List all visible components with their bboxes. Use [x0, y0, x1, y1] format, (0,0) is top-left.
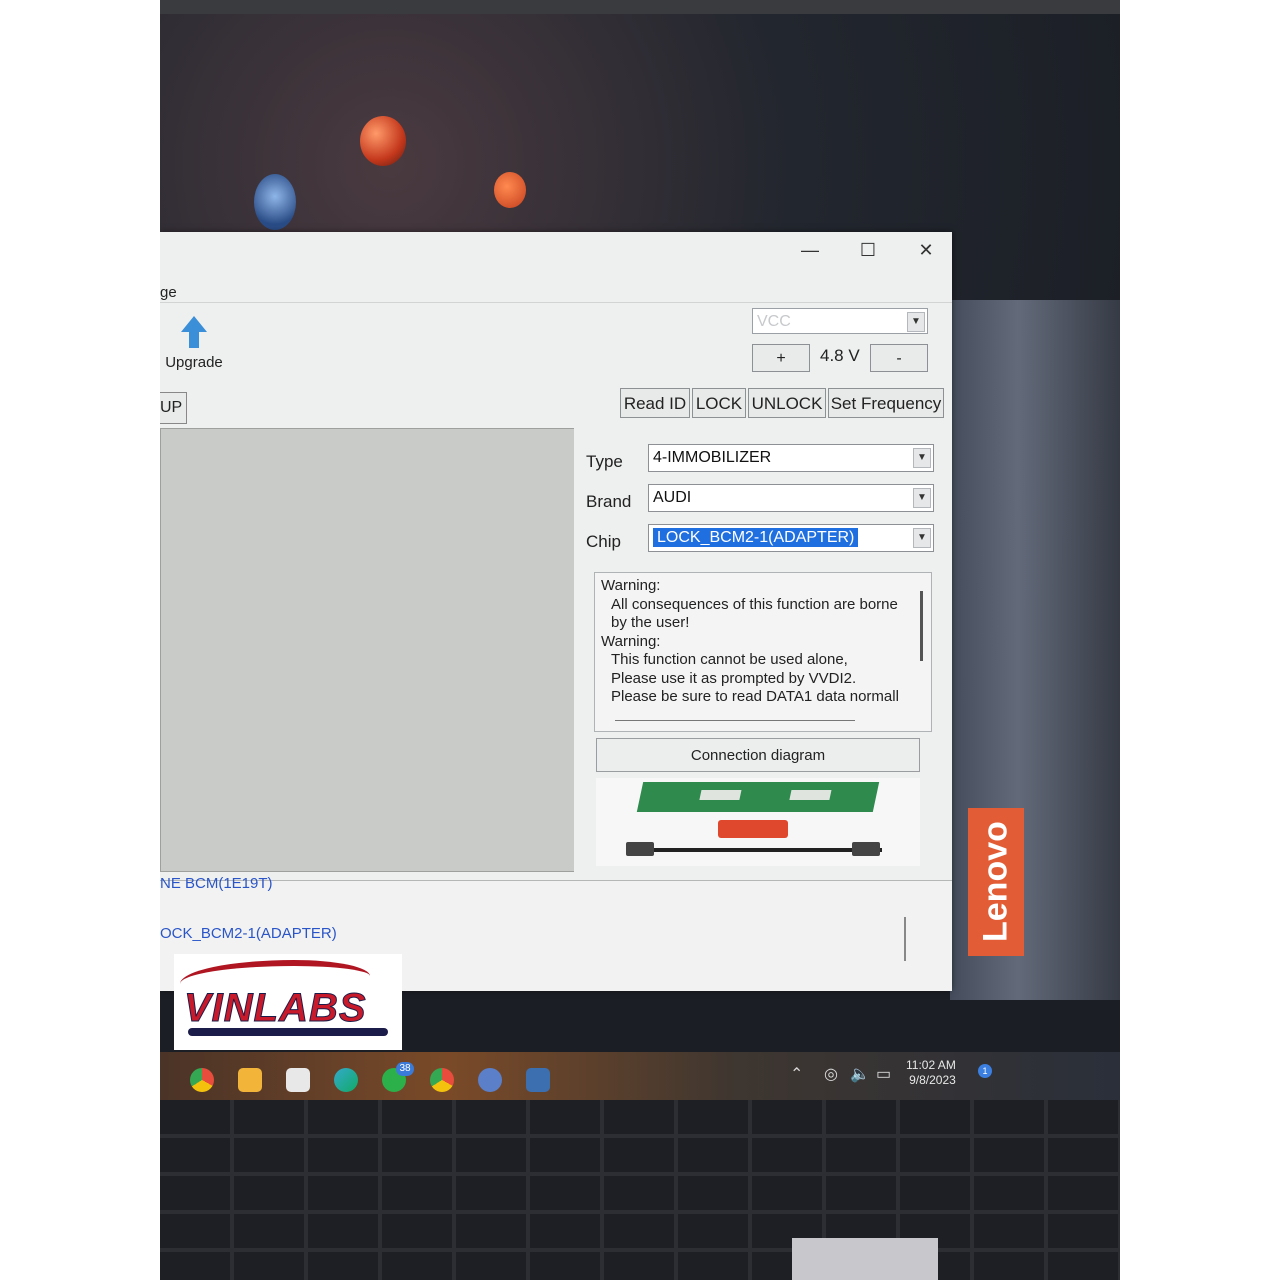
- dropdown-arrow-icon[interactable]: ▼: [907, 312, 925, 332]
- screen-bezel: [160, 0, 1120, 14]
- window-controls: — ☐ ✕: [798, 240, 938, 261]
- laptop-keyboard: [160, 1100, 1120, 1280]
- warning-line: Warning:: [601, 577, 661, 594]
- bcm-board-image: [636, 782, 880, 812]
- edge-icon[interactable]: [334, 1068, 358, 1092]
- connection-diagram-button[interactable]: Connection diagram: [596, 738, 920, 772]
- upload-arrow-icon: [181, 316, 207, 332]
- upload-arrow-icon-stem: [189, 332, 199, 348]
- network-icon[interactable]: ◎: [824, 1064, 838, 1084]
- log-line: NE BCM(1E19T): [160, 875, 273, 892]
- chip-settings-pane: Type 4-IMMOBILIZER ▼ Brand AUDI ▼ Chip L…: [574, 428, 946, 872]
- notification-badge[interactable]: 1: [978, 1064, 992, 1078]
- dropdown-arrow-icon[interactable]: ▼: [913, 528, 931, 548]
- voltage-plus-button[interactable]: +: [752, 344, 810, 372]
- lenovo-logo: Lenovo: [968, 808, 1024, 956]
- chip-select-value: LOCK_BCM2-1(ADAPTER): [653, 528, 859, 547]
- chrome-icon[interactable]: [190, 1068, 214, 1092]
- voltage-minus-button[interactable]: -: [870, 344, 928, 372]
- clock-time: 11:02 AM: [906, 1058, 956, 1072]
- volume-icon[interactable]: 🔈: [850, 1064, 870, 1084]
- chip-select[interactable]: LOCK_BCM2-1(ADAPTER) ▼: [648, 524, 934, 552]
- warning-line: Please be sure to read DATA1 data normal…: [611, 688, 899, 705]
- cable-plug: [852, 842, 880, 856]
- adapter-image: [718, 820, 788, 838]
- log-line: OCK_BCM2-1(ADAPTER): [160, 925, 337, 942]
- type-select-value: 4-IMMOBILIZER: [653, 449, 772, 466]
- vinlabs-watermark: VINLABS: [174, 954, 402, 1050]
- chrome-profile-icon[interactable]: [430, 1068, 454, 1092]
- cable-plug: [626, 842, 654, 856]
- brand-select[interactable]: AUDI ▼: [648, 484, 934, 512]
- maximize-button[interactable]: ☐: [856, 240, 880, 261]
- brand-select-value: AUDI: [653, 489, 692, 506]
- chip-label: Chip: [586, 532, 621, 551]
- lock-button[interactable]: LOCK: [692, 388, 746, 418]
- board-chip: [699, 790, 742, 800]
- warning-text-box[interactable]: Warning: All consequences of this functi…: [594, 572, 932, 732]
- wallpaper-planet: [494, 172, 526, 208]
- warning-line: Please use it as prompted by VVDI2.: [611, 669, 857, 687]
- brand-label: Brand: [586, 492, 632, 511]
- tab-up[interactable]: UP: [160, 392, 187, 424]
- warning-line: All consequences of this function are bo…: [611, 595, 898, 613]
- chip-list-pane[interactable]: [160, 428, 582, 872]
- type-label: Type: [586, 452, 623, 471]
- dropdown-arrow-icon[interactable]: ▼: [913, 448, 931, 468]
- app-icon[interactable]: [478, 1068, 502, 1092]
- upgrade-label: Upgrade: [165, 354, 223, 371]
- laptop-hinge: [792, 1238, 938, 1280]
- watermark-key-shape: [188, 1028, 388, 1036]
- vcc-select[interactable]: VCC ▼: [752, 308, 928, 334]
- windows-taskbar: 38 ⌃ ◎ 🔈 ▭ 11:02 AM 9/8/2023 1: [160, 1052, 1120, 1102]
- board-chip: [789, 790, 832, 800]
- warning-line: Warning:: [601, 632, 661, 650]
- file-explorer-icon[interactable]: [238, 1068, 262, 1092]
- log-scrollbar[interactable]: [904, 917, 906, 961]
- store-icon[interactable]: [286, 1068, 310, 1092]
- warning-hscrollbar[interactable]: [615, 720, 855, 721]
- upgrade-button[interactable]: Upgrade: [164, 316, 224, 371]
- warning-line: by the user!: [611, 614, 690, 631]
- whatsapp-badge: 38: [396, 1062, 414, 1076]
- menu-bar-fragment[interactable]: ge: [160, 284, 177, 301]
- photo-frame: Lenovo — ☐ ✕ ge Upgrade VCC ▼ + 4.8 V - …: [160, 0, 1120, 1280]
- clock-date: 9/8/2023: [909, 1073, 956, 1087]
- dropdown-arrow-icon[interactable]: ▼: [913, 488, 931, 508]
- connection-diagram-image: [596, 778, 920, 866]
- app-window: — ☐ ✕ ge Upgrade VCC ▼ + 4.8 V - UP Read…: [160, 232, 952, 991]
- wallpaper-planet: [360, 116, 406, 166]
- battery-icon[interactable]: ▭: [876, 1064, 891, 1084]
- close-button[interactable]: ✕: [914, 240, 938, 261]
- watermark-text: VINLABS: [184, 986, 367, 1031]
- clock[interactable]: 11:02 AM 9/8/2023: [906, 1058, 956, 1088]
- cable-image: [632, 848, 882, 852]
- warning-scrollbar[interactable]: [920, 591, 923, 661]
- warning-line: This function cannot be used alone,: [611, 651, 848, 668]
- vcc-select-value: VCC: [757, 313, 791, 330]
- voltage-readout: 4.8 V: [820, 346, 860, 365]
- unlock-button[interactable]: UNLOCK: [748, 388, 826, 418]
- set-frequency-button[interactable]: Set Frequency: [828, 388, 944, 418]
- minimize-button[interactable]: —: [798, 240, 822, 261]
- read-id-button[interactable]: Read ID: [620, 388, 690, 418]
- type-select[interactable]: 4-IMMOBILIZER ▼: [648, 444, 934, 472]
- chevron-up-icon[interactable]: ⌃: [790, 1064, 803, 1084]
- vvdi-app-icon[interactable]: [526, 1068, 550, 1092]
- toolbar-divider: [160, 302, 952, 303]
- wallpaper-planet: [254, 174, 296, 230]
